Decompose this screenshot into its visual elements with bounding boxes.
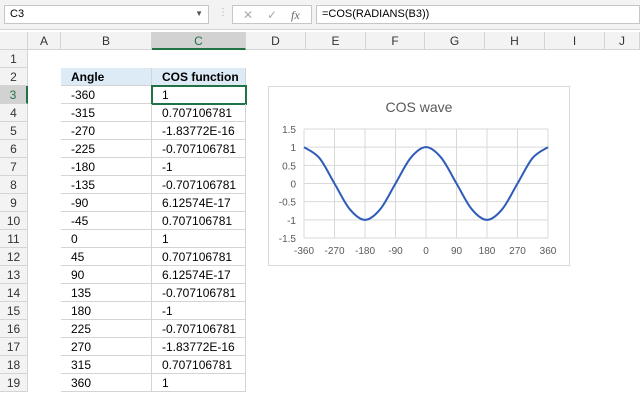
angle-cell[interactable]: -45 <box>61 212 152 230</box>
angle-cell[interactable]: -180 <box>61 158 152 176</box>
row-header-13[interactable]: 13 <box>0 266 28 284</box>
cos-cell[interactable]: -1.83772E-16 <box>152 338 246 356</box>
angle-cell[interactable]: 270 <box>61 338 152 356</box>
angle-cell[interactable]: -225 <box>61 140 152 158</box>
function-icon[interactable]: fx <box>291 8 300 23</box>
cos-cell[interactable]: -1 <box>152 158 246 176</box>
row-header-8[interactable]: 8 <box>0 176 28 194</box>
cos-cell[interactable]: 0.707106781 <box>152 212 246 230</box>
row-header-4[interactable]: 4 <box>0 104 28 122</box>
cos-cell[interactable]: -0.707106781 <box>152 176 246 194</box>
y-tick-label: 0.5 <box>282 161 296 172</box>
cos-cell[interactable]: 1 <box>152 230 246 248</box>
cos-cell[interactable]: 6.12574E-17 <box>152 194 246 212</box>
column-header-B[interactable]: B <box>61 32 152 50</box>
angle-cell[interactable]: -90 <box>61 194 152 212</box>
drag-handle-icon[interactable]: ⋮ <box>218 7 228 18</box>
row-header-6[interactable]: 6 <box>0 140 28 158</box>
table-header[interactable]: COS function <box>152 68 246 86</box>
row-header-10[interactable]: 10 <box>0 212 28 230</box>
column-header-D[interactable]: D <box>246 32 306 50</box>
y-tick-label: 0 <box>290 180 296 191</box>
row-header-5[interactable]: 5 <box>0 122 28 140</box>
y-tick-label: 1 <box>290 143 296 154</box>
angle-cell[interactable]: -135 <box>61 176 152 194</box>
angle-cell[interactable]: 180 <box>61 302 152 320</box>
cos-cell[interactable]: -0.707106781 <box>152 284 246 302</box>
angle-cell[interactable]: -270 <box>61 122 152 140</box>
cos-cell[interactable]: 1 <box>152 374 246 392</box>
column-header-A[interactable]: A <box>28 32 61 50</box>
name-box-value: C3 <box>10 8 25 20</box>
row-header-3[interactable]: 3 <box>0 86 28 104</box>
y-tick-label: -0.5 <box>279 198 297 209</box>
row-header-15[interactable]: 15 <box>0 302 28 320</box>
row-header-14[interactable]: 14 <box>0 284 28 302</box>
table-header[interactable]: Angle <box>61 68 152 86</box>
chart[interactable]: COS wave 1.5 1 0.5 0 -0.5 -1 -1.5 -360 -270 -180 -9… <box>268 86 570 266</box>
cos-cell[interactable]: -0.707106781 <box>152 320 246 338</box>
angle-cell[interactable]: -360 <box>61 86 152 104</box>
x-tick-label: -270 <box>324 246 344 257</box>
row-header-1[interactable]: 1 <box>0 50 28 68</box>
column-header-F[interactable]: F <box>366 32 425 50</box>
cos-cell[interactable]: 0.707106781 <box>152 356 246 374</box>
column-header-I[interactable]: I <box>545 32 605 50</box>
row-header-2[interactable]: 2 <box>0 68 28 86</box>
x-tick-label: 270 <box>509 246 526 257</box>
cos-cell[interactable]: 0.707106781 <box>152 104 246 122</box>
row-header-11[interactable]: 11 <box>0 230 28 248</box>
x-tick-label: 90 <box>451 246 463 257</box>
column-header-C[interactable]: C <box>152 32 246 50</box>
x-tick-label: 180 <box>479 246 496 257</box>
row-header-9[interactable]: 9 <box>0 194 28 212</box>
x-tick-label: 360 <box>540 246 557 257</box>
row-header-17[interactable]: 17 <box>0 338 28 356</box>
angle-cell[interactable]: 315 <box>61 356 152 374</box>
y-tick-label: 1.5 <box>282 125 296 136</box>
formula-bar-area: C3 ▼ ⋮ ✕ ✓ fx =COS(RADIANS(B3)) <box>0 0 640 30</box>
angle-cell[interactable]: 90 <box>61 266 152 284</box>
angle-cell[interactable]: 360 <box>61 374 152 392</box>
chart-title: COS wave <box>386 99 453 115</box>
chevron-down-icon[interactable]: ▼ <box>195 9 203 18</box>
select-all-button[interactable] <box>0 32 28 50</box>
angle-cell[interactable]: 0 <box>61 230 152 248</box>
angle-cell[interactable]: 225 <box>61 320 152 338</box>
row-header-16[interactable]: 16 <box>0 320 28 338</box>
name-box[interactable]: C3 ▼ <box>4 5 209 24</box>
cos-cell[interactable]: -1 <box>152 302 246 320</box>
column-header-E[interactable]: E <box>306 32 366 50</box>
row-header-19[interactable]: 19 <box>0 374 28 392</box>
enter-icon[interactable]: ✓ <box>267 8 277 22</box>
column-header-H[interactable]: H <box>485 32 545 50</box>
row-header-18[interactable]: 18 <box>0 356 28 374</box>
x-tick-label: -360 <box>294 246 314 257</box>
angle-cell[interactable]: 135 <box>61 284 152 302</box>
y-tick-label: -1 <box>287 216 296 227</box>
cos-cell[interactable]: -0.707106781 <box>152 140 246 158</box>
angle-cell[interactable]: 45 <box>61 248 152 266</box>
column-header-G[interactable]: G <box>425 32 485 50</box>
formula-buttons: ✕ ✓ fx <box>232 5 312 24</box>
cos-wave-chart: COS wave 1.5 1 0.5 0 -0.5 -1 -1.5-360 -270 -180 -9… <box>279 99 557 257</box>
angle-cell[interactable]: -315 <box>61 104 152 122</box>
cos-cell[interactable]: 6.12574E-17 <box>152 266 246 284</box>
formula-input[interactable]: =COS(RADIANS(B3)) <box>316 5 640 24</box>
row-header-12[interactable]: 12 <box>0 248 28 266</box>
x-tick-label: -180 <box>355 246 375 257</box>
cancel-icon[interactable]: ✕ <box>243 8 253 22</box>
x-tick-label: 0 <box>423 246 429 257</box>
x-tick-label: -90 <box>388 246 403 257</box>
cos-cell[interactable]: 0.707106781 <box>152 248 246 266</box>
column-header-J[interactable]: J <box>605 32 640 50</box>
y-tick-label: -1.5 <box>279 234 297 245</box>
cos-cell[interactable]: 1 <box>151 85 247 105</box>
row-header-7[interactable]: 7 <box>0 158 28 176</box>
cos-cell[interactable]: -1.83772E-16 <box>152 122 246 140</box>
